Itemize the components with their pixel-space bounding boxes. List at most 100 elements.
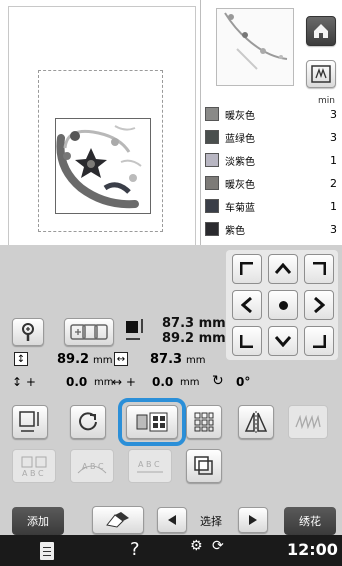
offset-x-icon: ↔ + bbox=[112, 375, 136, 389]
move-right-button[interactable] bbox=[304, 290, 334, 320]
document-icon[interactable] bbox=[40, 542, 54, 560]
offset-x-value: 0.0 bbox=[152, 375, 174, 389]
move-up-left-button[interactable] bbox=[232, 254, 262, 284]
select-label: 选择 bbox=[200, 515, 222, 528]
thread-color-name: 暖灰色 bbox=[225, 110, 255, 122]
size-height-top: 89.2 mm bbox=[162, 331, 226, 346]
text-spacing-button[interactable]: A B C bbox=[12, 449, 56, 483]
select-prev-button[interactable] bbox=[157, 507, 187, 533]
select-next-button[interactable] bbox=[238, 507, 268, 533]
thread-color-name: 暖灰色 bbox=[225, 179, 255, 191]
thread-color-row: 车菊蓝 1 bbox=[205, 196, 337, 216]
zoom-frames-icon bbox=[70, 324, 108, 340]
triangle-left-icon bbox=[168, 515, 176, 525]
thread-color-row: 暖灰色 2 bbox=[205, 173, 337, 193]
sync-icon[interactable]: ⟳ bbox=[212, 538, 224, 554]
color-sort-button[interactable] bbox=[126, 405, 178, 439]
rotation-value: 0° bbox=[236, 375, 251, 389]
thumbnail-pattern-image bbox=[224, 12, 288, 70]
resize-icon bbox=[19, 411, 39, 432]
arc-text-icon: A B C bbox=[77, 462, 107, 474]
array-button[interactable] bbox=[186, 405, 222, 439]
move-left-button[interactable] bbox=[232, 290, 262, 320]
move-down-left-button[interactable] bbox=[232, 326, 262, 356]
rotate-button[interactable] bbox=[70, 405, 106, 439]
width-icon: ↔ bbox=[114, 352, 128, 366]
move-up-button[interactable] bbox=[268, 254, 298, 284]
thread-color-name: 紫色 bbox=[225, 225, 245, 237]
thread-spool-icon bbox=[205, 130, 219, 144]
height-unit: mm bbox=[93, 355, 113, 366]
thread-color-row: 淡紫色 1 bbox=[205, 150, 337, 170]
size-display-icon bbox=[124, 317, 146, 345]
sewing-settings-icon[interactable]: ⚙ bbox=[190, 538, 203, 554]
svg-text:A B C: A B C bbox=[82, 462, 104, 471]
border-frame-icon bbox=[194, 456, 213, 475]
design-thumbnail bbox=[216, 8, 294, 86]
svg-text:A B C: A B C bbox=[138, 460, 160, 469]
thread-color-count: 3 bbox=[330, 130, 337, 144]
offset-y-unit: mm bbox=[94, 377, 114, 388]
center-dot-icon bbox=[278, 300, 288, 310]
triangle-right-icon bbox=[249, 515, 257, 525]
svg-text:A B C: A B C bbox=[22, 469, 44, 478]
magnify-icon bbox=[22, 323, 34, 341]
thread-color-name: 蓝绿色 bbox=[225, 133, 255, 145]
move-down-right-button[interactable] bbox=[304, 326, 334, 356]
magnify-button[interactable] bbox=[12, 318, 44, 346]
help-button[interactable]: ? bbox=[130, 539, 140, 560]
height-icon: ↕ bbox=[14, 352, 28, 366]
thread-spool-icon bbox=[205, 176, 219, 190]
border-button[interactable] bbox=[186, 449, 222, 483]
thread-color-count: 2 bbox=[330, 176, 337, 190]
move-down-button[interactable] bbox=[268, 326, 298, 356]
text-spread-button[interactable]: A B C bbox=[128, 449, 172, 483]
thread-palette-icon bbox=[136, 412, 168, 432]
grid-icon bbox=[194, 412, 214, 432]
density-button[interactable] bbox=[288, 405, 328, 439]
embroider-button[interactable]: 绣花 bbox=[284, 507, 336, 535]
mirror-button[interactable] bbox=[238, 405, 274, 439]
thread-spool-icon bbox=[205, 153, 219, 167]
corner-down-right-icon bbox=[313, 335, 326, 348]
sewing-view-button[interactable] bbox=[306, 60, 336, 88]
corner-up-left-icon bbox=[240, 262, 253, 275]
mirror-icon bbox=[244, 411, 268, 433]
add-button[interactable]: 添加 bbox=[12, 507, 64, 535]
clock-time: 12:00 bbox=[287, 540, 338, 559]
arc-text-button[interactable]: A B C bbox=[70, 449, 114, 483]
width-unit: mm bbox=[186, 355, 206, 366]
rotation-icon: ↻ bbox=[212, 373, 224, 389]
thread-color-count: 1 bbox=[330, 199, 337, 213]
width-value: 87.3 bbox=[150, 352, 183, 367]
thread-color-name: 淡紫色 bbox=[225, 156, 255, 168]
center-button[interactable] bbox=[268, 290, 298, 320]
eraser-icon bbox=[106, 512, 129, 528]
home-button[interactable] bbox=[306, 16, 336, 46]
thread-color-count: 1 bbox=[330, 153, 337, 167]
thread-color-row: 蓝绿色 3 bbox=[205, 127, 337, 147]
thread-spool-icon bbox=[205, 222, 219, 236]
thread-spool-icon bbox=[205, 107, 219, 121]
offset-y-value: 0.0 bbox=[66, 375, 88, 389]
thread-spool-icon bbox=[205, 199, 219, 213]
thread-color-name: 车菊蓝 bbox=[225, 202, 255, 214]
size-width-top: 87.3 mm bbox=[162, 316, 226, 331]
text-spread-icon: A B C bbox=[137, 460, 163, 473]
rotate-icon bbox=[79, 412, 97, 431]
thread-color-row: 紫色 3 bbox=[205, 219, 337, 239]
offset-x-unit: mm bbox=[180, 377, 200, 388]
chevron-left-icon bbox=[241, 297, 252, 313]
chevron-up-icon bbox=[275, 263, 291, 274]
zoom-frame-button[interactable] bbox=[64, 318, 114, 346]
size-icon bbox=[126, 319, 143, 340]
height-value: 89.2 bbox=[57, 352, 90, 367]
thread-color-row: 暖灰色 3 bbox=[205, 104, 337, 124]
corner-up-right-icon bbox=[313, 262, 326, 275]
chevron-down-icon bbox=[275, 336, 291, 347]
design-pattern-image bbox=[56, 125, 142, 209]
delete-button[interactable] bbox=[92, 506, 144, 534]
move-up-right-button[interactable] bbox=[304, 254, 334, 284]
corner-down-left-icon bbox=[240, 335, 253, 348]
size-adjust-button[interactable] bbox=[12, 405, 48, 439]
